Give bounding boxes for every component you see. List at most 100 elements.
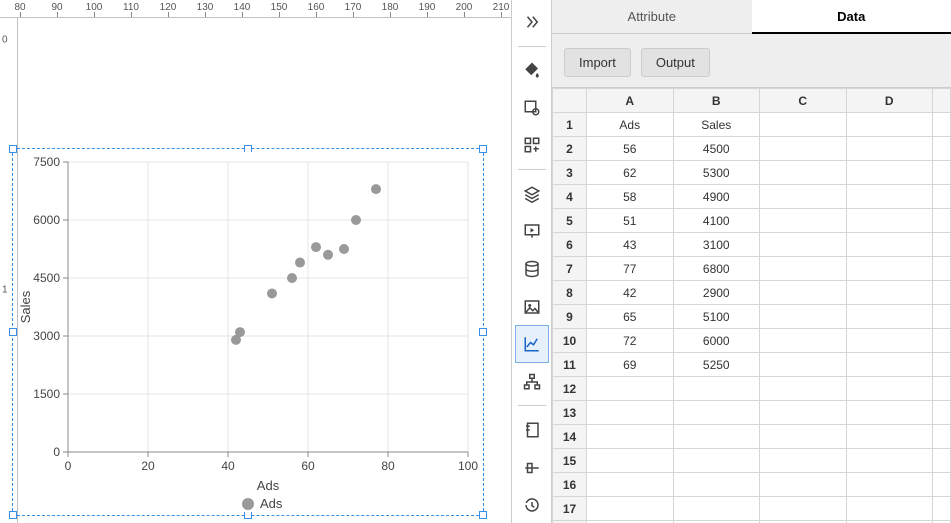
cell[interactable]: [673, 473, 760, 497]
data-spreadsheet[interactable]: ABCD1AdsSales256450036253004584900551410…: [552, 88, 951, 523]
cell[interactable]: [846, 113, 933, 137]
cell[interactable]: 42: [587, 281, 674, 305]
cell[interactable]: [846, 257, 933, 281]
row-header[interactable]: 2: [553, 137, 587, 161]
row-header[interactable]: 14: [553, 425, 587, 449]
data-point[interactable]: [287, 273, 297, 283]
cell[interactable]: 51: [587, 209, 674, 233]
cell[interactable]: [760, 113, 847, 137]
column-header[interactable]: C: [760, 89, 847, 113]
cell[interactable]: 43: [587, 233, 674, 257]
cell[interactable]: 5300: [673, 161, 760, 185]
cell[interactable]: 58: [587, 185, 674, 209]
cell[interactable]: [760, 257, 847, 281]
cell[interactable]: [760, 473, 847, 497]
cell[interactable]: [846, 209, 933, 233]
image-tool-button[interactable]: [516, 289, 548, 325]
selection-handle-nw[interactable]: [9, 145, 17, 153]
settings-tool-button[interactable]: [516, 90, 548, 126]
row-header[interactable]: 12: [553, 377, 587, 401]
cell[interactable]: [760, 425, 847, 449]
sheet-corner[interactable]: [553, 89, 587, 113]
data-point[interactable]: [267, 288, 277, 298]
cell[interactable]: [846, 401, 933, 425]
data-point[interactable]: [295, 258, 305, 268]
cell[interactable]: [846, 305, 933, 329]
cell[interactable]: 5250: [673, 353, 760, 377]
cell[interactable]: [760, 377, 847, 401]
column-header[interactable]: D: [846, 89, 933, 113]
cell[interactable]: [587, 449, 674, 473]
data-point[interactable]: [311, 242, 321, 252]
data-point[interactable]: [231, 335, 241, 345]
row-header[interactable]: 17: [553, 497, 587, 521]
selection-handle-se[interactable]: [479, 511, 487, 519]
cell[interactable]: 3100: [673, 233, 760, 257]
cell[interactable]: 5100: [673, 305, 760, 329]
row-header[interactable]: 13: [553, 401, 587, 425]
cell[interactable]: [587, 401, 674, 425]
cell[interactable]: [760, 353, 847, 377]
row-header[interactable]: 7: [553, 257, 587, 281]
selection-handle-e[interactable]: [479, 328, 487, 336]
cell[interactable]: [846, 449, 933, 473]
data-tool-button[interactable]: [516, 251, 548, 287]
import-button[interactable]: Import: [564, 48, 631, 77]
layers-tool-button[interactable]: [516, 176, 548, 212]
cell[interactable]: [760, 209, 847, 233]
cell[interactable]: [673, 425, 760, 449]
selection-handle-w[interactable]: [9, 328, 17, 336]
cell[interactable]: [846, 137, 933, 161]
cell[interactable]: 4900: [673, 185, 760, 209]
row-header[interactable]: 1: [553, 113, 587, 137]
cell[interactable]: Sales: [673, 113, 760, 137]
align-tool-button[interactable]: [516, 450, 548, 486]
cell[interactable]: [846, 281, 933, 305]
cell[interactable]: [760, 185, 847, 209]
cell[interactable]: [673, 449, 760, 473]
row-header[interactable]: 11: [553, 353, 587, 377]
cell[interactable]: [846, 473, 933, 497]
cell[interactable]: [846, 185, 933, 209]
cell[interactable]: [673, 377, 760, 401]
cell[interactable]: 4500: [673, 137, 760, 161]
scatter-chart[interactable]: 020406080100015003000450060007500AdsSale…: [18, 152, 478, 512]
cell[interactable]: Ads: [587, 113, 674, 137]
cell[interactable]: 72: [587, 329, 674, 353]
cell[interactable]: [760, 329, 847, 353]
collapse-panel-button[interactable]: [516, 4, 548, 40]
cell[interactable]: 6800: [673, 257, 760, 281]
row-header[interactable]: 6: [553, 233, 587, 257]
cell[interactable]: [587, 377, 674, 401]
cell[interactable]: [760, 401, 847, 425]
cell[interactable]: [587, 473, 674, 497]
cell[interactable]: [760, 281, 847, 305]
column-header[interactable]: B: [673, 89, 760, 113]
cell[interactable]: 62: [587, 161, 674, 185]
column-header[interactable]: A: [587, 89, 674, 113]
cell[interactable]: 4100: [673, 209, 760, 233]
data-point[interactable]: [323, 250, 333, 260]
cell[interactable]: 69: [587, 353, 674, 377]
cell[interactable]: [846, 497, 933, 521]
cell[interactable]: [760, 137, 847, 161]
cell[interactable]: 56: [587, 137, 674, 161]
selection-handle-ne[interactable]: [479, 145, 487, 153]
history-tool-button[interactable]: [516, 488, 548, 523]
orgchart-tool-button[interactable]: [516, 364, 548, 400]
cell[interactable]: [760, 161, 847, 185]
row-header[interactable]: 10: [553, 329, 587, 353]
cell[interactable]: [760, 449, 847, 473]
cell[interactable]: [760, 497, 847, 521]
cell[interactable]: [673, 497, 760, 521]
cell[interactable]: [673, 401, 760, 425]
row-header[interactable]: 3: [553, 161, 587, 185]
presentation-tool-button[interactable]: [516, 214, 548, 250]
data-point[interactable]: [351, 215, 361, 225]
cell[interactable]: [587, 497, 674, 521]
data-point[interactable]: [371, 184, 381, 194]
cell[interactable]: [846, 329, 933, 353]
cell[interactable]: [587, 425, 674, 449]
output-button[interactable]: Output: [641, 48, 710, 77]
row-header[interactable]: 4: [553, 185, 587, 209]
